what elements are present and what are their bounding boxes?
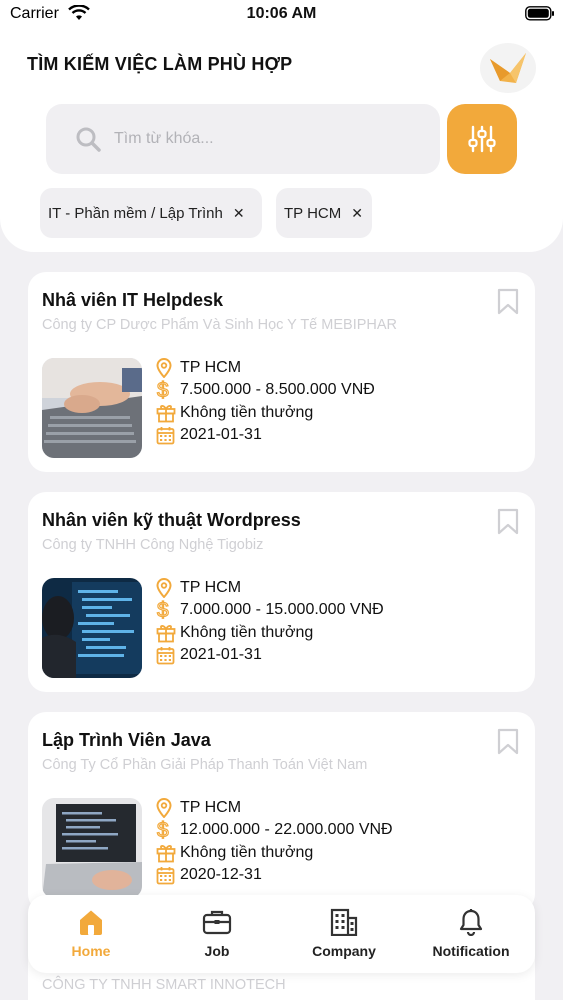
nav-label: Home bbox=[71, 943, 111, 959]
job-deadline: 2021-01-31 bbox=[156, 424, 262, 446]
location-pin-icon bbox=[156, 578, 180, 598]
job-thumbnail-code bbox=[42, 578, 142, 678]
job-location: TP HCM bbox=[156, 357, 241, 379]
location-text: TP HCM bbox=[180, 579, 242, 596]
dollar-icon: $ bbox=[156, 379, 180, 401]
svg-text:$: $ bbox=[157, 819, 169, 841]
nav-notification[interactable]: Notification bbox=[411, 907, 531, 959]
job-title: Lập Trình Viên Java bbox=[42, 730, 211, 750]
company-name: Công ty TNHH Công Nghệ Tigobiz bbox=[42, 537, 264, 553]
calendar-icon bbox=[156, 646, 180, 665]
bonus-text: Không tiền thưởng bbox=[180, 624, 314, 641]
job-salary: $ 7.500.000 - 8.500.000 VNĐ bbox=[156, 379, 375, 401]
salary-text: 12.000.000 - 22.000.000 VNĐ bbox=[180, 821, 393, 838]
close-icon[interactable]: ✕ bbox=[233, 205, 245, 222]
job-title: Nhân viên kỹ thuật Wordpress bbox=[42, 510, 301, 530]
search-input[interactable] bbox=[114, 122, 414, 156]
company-name: Công ty CP Dược Phẩm Và Sinh Học Y Tế ME… bbox=[42, 317, 398, 333]
close-icon[interactable]: ✕ bbox=[351, 205, 363, 222]
job-location: TP HCM bbox=[156, 577, 241, 599]
nav-home[interactable]: Home bbox=[31, 907, 151, 959]
gift-icon bbox=[156, 623, 180, 643]
job-salary: $ 12.000.000 - 22.000.000 VNĐ bbox=[156, 819, 393, 841]
gift-icon bbox=[156, 403, 180, 423]
clock: 10:06 AM bbox=[246, 5, 317, 22]
nav-label: Job bbox=[204, 943, 230, 959]
search-header: TÌM KIẾM VIỆC LÀM PHÙ HỢP Tìm từ khóa...… bbox=[0, 30, 563, 252]
job-card[interactable]: Nhân viên kỹ thuật Wordpress Công ty TNH… bbox=[28, 492, 535, 692]
nav-job[interactable]: Job bbox=[157, 907, 277, 959]
filter-chip-location[interactable]: TP HCM ✕ bbox=[276, 188, 372, 238]
bell-icon bbox=[458, 907, 484, 937]
search-icon bbox=[75, 126, 101, 157]
gift-icon bbox=[156, 843, 180, 863]
filter-button[interactable] bbox=[447, 104, 517, 174]
deadline-text: 2021-01-31 bbox=[180, 646, 262, 663]
nav-label: Company bbox=[312, 943, 376, 959]
location-pin-icon bbox=[156, 358, 180, 378]
bonus-text: Không tiền thưởng bbox=[180, 844, 314, 861]
company-name: CÔNG TY TNHH SMART INNOTECH bbox=[42, 977, 286, 993]
job-bonus: Không tiền thưởng bbox=[156, 402, 313, 424]
home-icon bbox=[77, 907, 105, 937]
avatar[interactable] bbox=[480, 43, 536, 93]
job-salary: $ 7.000.000 - 15.000.000 VNĐ bbox=[156, 599, 384, 621]
deadline-text: 2020-12-31 bbox=[180, 866, 262, 883]
location-text: TP HCM bbox=[180, 359, 242, 376]
job-bonus: Không tiền thưởng bbox=[156, 622, 313, 644]
briefcase-icon bbox=[202, 907, 232, 937]
job-deadline: 2021-01-31 bbox=[156, 644, 262, 666]
dollar-icon: $ bbox=[156, 819, 180, 841]
battery-icon bbox=[525, 6, 555, 26]
deadline-text: 2021-01-31 bbox=[180, 426, 262, 443]
salary-text: 7.000.000 - 15.000.000 VNĐ bbox=[180, 601, 384, 618]
salary-text: 7.500.000 - 8.500.000 VNĐ bbox=[180, 381, 375, 398]
job-thumbnail-keyboard bbox=[42, 358, 142, 458]
filter-chip-label: TP HCM bbox=[284, 204, 342, 222]
location-pin-icon bbox=[156, 798, 180, 818]
dollar-icon: $ bbox=[156, 599, 180, 621]
job-location: TP HCM bbox=[156, 797, 241, 819]
nav-label: Notification bbox=[432, 943, 510, 959]
job-card[interactable]: Nhâ viên IT Helpdesk Công ty CP Dược Phẩ… bbox=[28, 272, 535, 472]
svg-text:$: $ bbox=[157, 379, 169, 401]
job-card[interactable]: Lập Trình Viên Java Công Ty Cổ Phần Giải… bbox=[28, 712, 535, 912]
sliders-icon bbox=[468, 125, 496, 153]
calendar-icon bbox=[156, 866, 180, 885]
building-icon bbox=[330, 907, 358, 937]
bird-logo-icon bbox=[490, 53, 526, 83]
job-title: Nhâ viên IT Helpdesk bbox=[42, 290, 224, 310]
nav-company[interactable]: Company bbox=[284, 907, 404, 959]
svg-text:$: $ bbox=[157, 599, 169, 621]
filter-chip-label: IT - Phần mềm / Lập Trình bbox=[48, 204, 223, 222]
job-deadline: 2020-12-31 bbox=[156, 864, 262, 886]
bookmark-icon[interactable] bbox=[497, 288, 519, 320]
company-name: Công Ty Cổ Phần Giải Pháp Thanh Toán Việ… bbox=[42, 757, 368, 773]
bookmark-icon[interactable] bbox=[497, 508, 519, 540]
job-bonus: Không tiền thưởng bbox=[156, 842, 313, 864]
filter-chip-category[interactable]: IT - Phần mềm / Lập Trình ✕ bbox=[40, 188, 262, 238]
status-bar: Carrier 10:06 AM bbox=[0, 0, 563, 30]
calendar-icon bbox=[156, 426, 180, 445]
bottom-nav: Home Job Company Notification bbox=[28, 895, 535, 973]
bonus-text: Không tiền thưởng bbox=[180, 404, 314, 421]
location-text: TP HCM bbox=[180, 799, 242, 816]
job-thumbnail-laptop bbox=[42, 798, 142, 898]
search-box[interactable] bbox=[46, 104, 440, 174]
page-title: TÌM KIẾM VIỆC LÀM PHÙ HỢP bbox=[27, 54, 293, 74]
bookmark-icon[interactable] bbox=[497, 728, 519, 760]
